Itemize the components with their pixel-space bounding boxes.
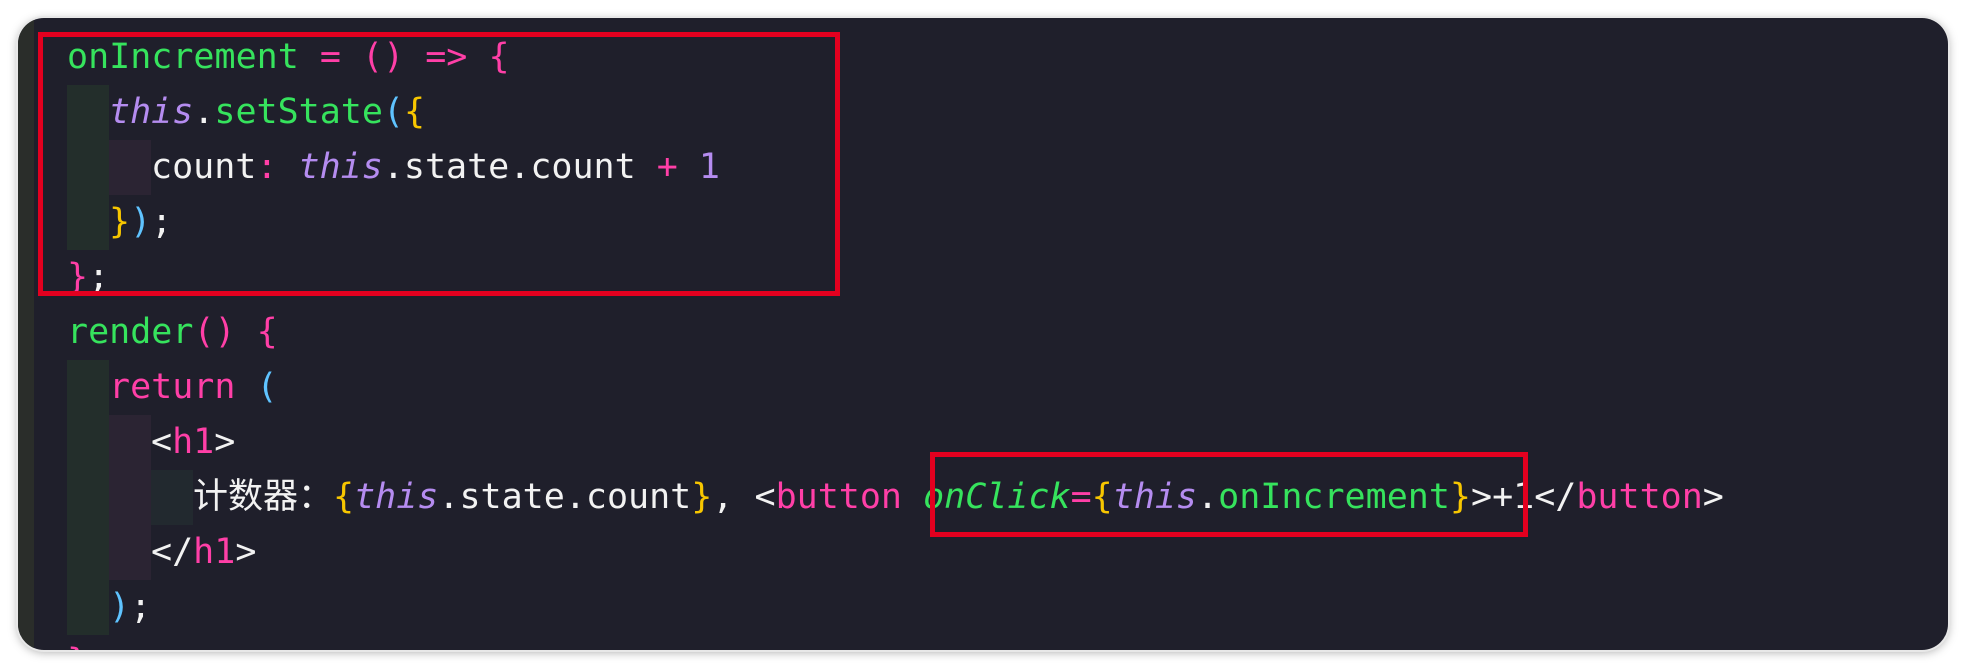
indent-guide (109, 525, 151, 580)
token: > (214, 422, 236, 462)
token: { (333, 477, 355, 517)
token: ( (235, 367, 278, 407)
highlight-box-onclick-handler (930, 452, 1528, 537)
token: this (354, 477, 439, 517)
token: ) (109, 587, 131, 627)
token: () { (193, 312, 278, 352)
code-line-8: <h1> (67, 415, 235, 470)
indent-guide (109, 415, 151, 470)
token: , < (712, 477, 776, 517)
indent-guide (151, 470, 193, 525)
token: ; (130, 587, 152, 627)
token: > (235, 532, 257, 572)
token: > (1702, 477, 1724, 517)
code-line-11: ); (67, 580, 151, 635)
token: h1 (172, 422, 215, 462)
code-line-10: </h1> (67, 525, 256, 580)
highlight-box-onincrement-method (38, 32, 840, 296)
token: < (151, 422, 173, 462)
indent-guide (67, 360, 109, 415)
indent-guide (67, 470, 109, 525)
token: button (1576, 477, 1703, 517)
token: return (109, 367, 236, 407)
code-line-7: return ( (67, 360, 278, 415)
code-line-12: } (67, 635, 88, 650)
indent-guide (67, 525, 109, 580)
token: button (775, 477, 902, 517)
indent-guide (67, 415, 109, 470)
token: } (691, 477, 713, 517)
token: h1 (193, 532, 236, 572)
code-line-6: render() { (67, 305, 278, 360)
indent-guide (109, 470, 151, 525)
indent-guide (67, 580, 109, 635)
token: </ (151, 532, 194, 572)
token: render (67, 312, 194, 352)
token: } (67, 642, 88, 650)
token: .state.count (438, 477, 692, 517)
token: 计数器： (193, 477, 334, 517)
